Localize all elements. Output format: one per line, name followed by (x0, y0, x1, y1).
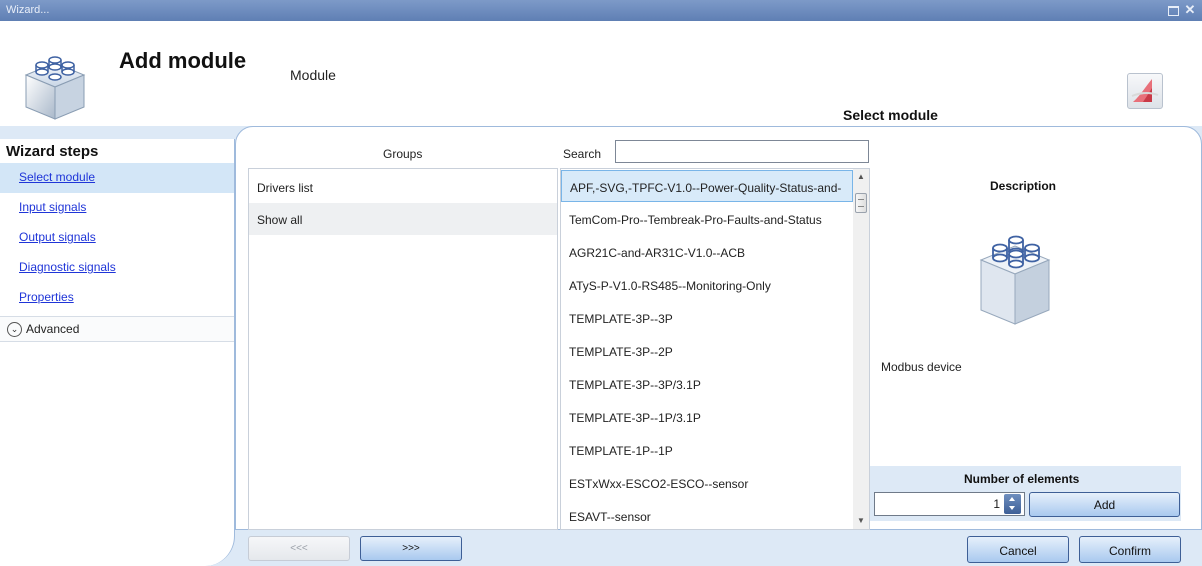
confirm-button[interactable]: Confirm (1079, 536, 1181, 563)
sidebar-item-output-signals[interactable]: Output signals (0, 223, 234, 253)
search-input[interactable] (615, 140, 869, 163)
drivers-scrollbar[interactable]: ▲ ▼ (853, 169, 869, 529)
scroll-down-icon[interactable]: ▼ (853, 513, 869, 529)
list-item[interactable]: TemCom-Pro--Tembreak-Pro-Faults-and-Stat… (561, 203, 853, 235)
drivers-list: APF,-SVG,-TPFC-V1.0--Power-Quality-Statu… (560, 168, 870, 530)
advanced-toggle[interactable]: ⌄ Advanced (0, 316, 234, 342)
window-titlebar: Wizard... ✕ (0, 0, 1202, 21)
list-item[interactable]: ESTxWxx-ESCO2-ESCO--sensor (561, 467, 853, 499)
help-logo-icon (1131, 79, 1159, 102)
search-label: Search (563, 147, 602, 161)
next-button[interactable]: >>> (360, 536, 462, 561)
list-item[interactable]: APF,-SVG,-TPFC-V1.0--Power-Quality-Statu… (561, 170, 853, 202)
sidebar-item-input-signals[interactable]: Input signals (0, 193, 234, 223)
group-item-show-all[interactable]: Show all (249, 203, 557, 235)
list-item[interactable]: ATyS-P-V1.0-RS485--Monitoring-Only (561, 269, 853, 301)
add-button[interactable]: Add (1029, 492, 1180, 517)
groups-list: Drivers list Show all (248, 168, 558, 530)
scroll-thumb[interactable] (855, 193, 867, 213)
sidebar-item-select-module[interactable]: Select module (0, 163, 234, 193)
window-title: Wizard... (6, 4, 50, 16)
previous-button[interactable]: <<< (248, 536, 350, 561)
scroll-up-icon[interactable]: ▲ (853, 169, 869, 185)
list-item[interactable]: TEMPLATE-1P--1P (561, 434, 853, 466)
cancel-button[interactable]: Cancel (967, 536, 1069, 563)
list-item[interactable]: TEMPLATE-3P--1P/3.1P (561, 401, 853, 433)
stepper-arrows-icon[interactable] (1004, 494, 1021, 514)
number-of-elements-title: Number of elements (964, 472, 1080, 486)
group-item-drivers-list[interactable]: Drivers list (249, 171, 557, 203)
sidebar-item-properties[interactable]: Properties (0, 283, 234, 313)
chevron-down-icon: ⌄ (7, 322, 22, 337)
description-text: Modbus device (881, 360, 962, 374)
page-title: Add module (119, 48, 247, 73)
module-preview-icon (979, 235, 1051, 325)
advanced-label: Advanced (26, 322, 80, 336)
groups-header: Groups (383, 147, 423, 161)
module-icon (24, 56, 86, 120)
list-item[interactable]: TEMPLATE-3P--3P (561, 302, 853, 334)
sidebar-title: Wizard steps (6, 143, 99, 160)
sidebar-item-diagnostic-signals[interactable]: Diagnostic signals (0, 253, 234, 283)
quantity-stepper[interactable]: 1 (874, 492, 1025, 516)
wizard-steps-sidebar: Wizard steps Select module Input signals… (0, 139, 235, 566)
maximize-icon[interactable] (1166, 3, 1180, 17)
step-title: Select module (670, 101, 1111, 127)
list-item[interactable]: AGR21C-and-AR31C-V1.0--ACB (561, 236, 853, 268)
help-button[interactable] (1127, 73, 1163, 109)
list-item[interactable]: TEMPLATE-3P--3P/3.1P (561, 368, 853, 400)
close-icon[interactable]: ✕ (1183, 3, 1197, 17)
page-subtitle: Module (290, 67, 336, 83)
list-item[interactable]: TEMPLATE-3P--2P (561, 335, 853, 367)
description-title: Description (990, 179, 1057, 193)
list-item[interactable]: ESAVT--sensor (561, 500, 853, 529)
